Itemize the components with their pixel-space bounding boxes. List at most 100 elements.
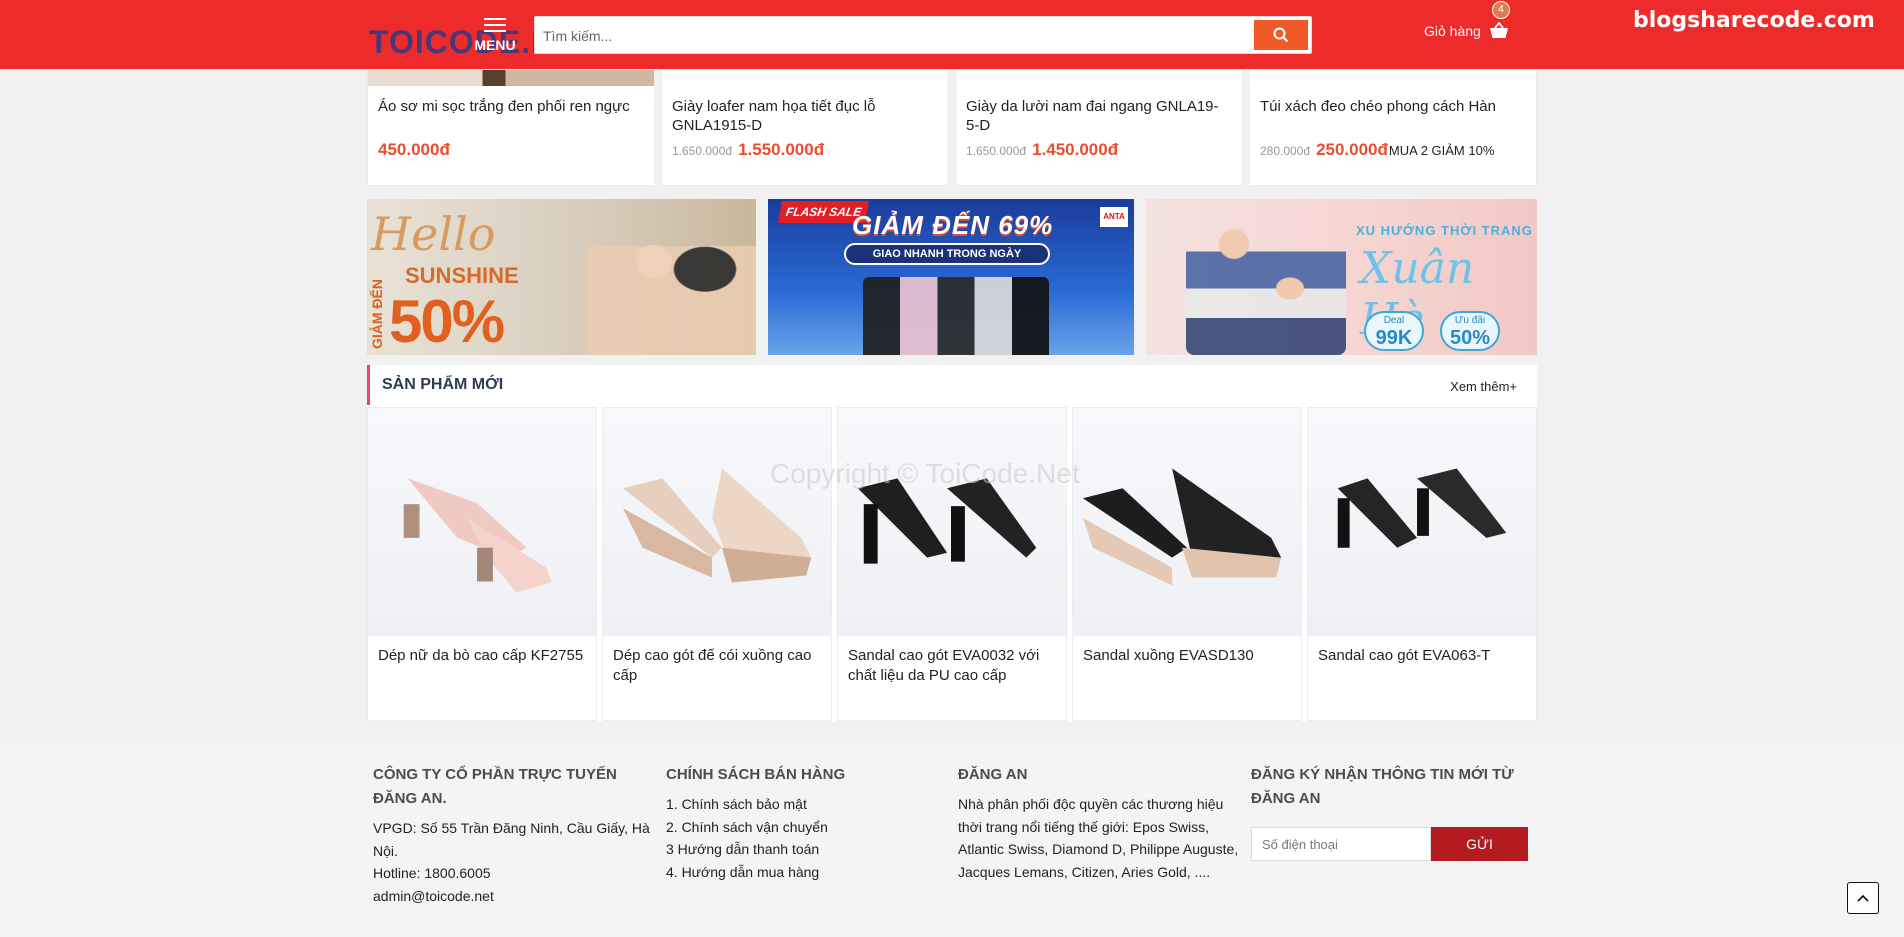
deal-label: Deal (1383, 315, 1405, 326)
product-image[interactable] (368, 408, 596, 636)
product-image[interactable] (662, 70, 948, 86)
product-name[interactable]: Dép nữ da bò cao cấp KF2755 (378, 646, 584, 666)
new-products-section: SẢN PHẨM MỚI Xem thêm+ Dép nữ da bò cao … (367, 365, 1537, 721)
banner-hello-text: Hello (371, 207, 496, 261)
footer-company: CÔNG TY CỔ PHẦN TRỰC TUYẾN ĐĂNG AN. VPGD… (373, 763, 658, 907)
search-box (534, 16, 1312, 54)
product-card[interactable]: Sandal cao gót EVA063-T (1307, 407, 1537, 721)
offer-badge: Ưu đãi 50% (1440, 311, 1500, 351)
product-card[interactable]: Dép cao gót đế cói xuồng cao cấp (602, 407, 832, 721)
footer-link[interactable]: 2. Chính sách vận chuyển (666, 816, 951, 839)
product-card[interactable]: Giày da lười nam đai ngang GNLA19-5-D 1.… (955, 69, 1243, 186)
sandal-image (403, 478, 552, 593)
site-footer: CÔNG TY CỔ PHẦN TRỰC TUYẾN ĐĂNG AN. VPGD… (0, 743, 1904, 937)
footer-newsletter: ĐĂNG KÝ NHẬN THÔNG TIN MỚI TỪ ĐĂNG AN GỬ… (1251, 763, 1551, 861)
search-icon (1273, 27, 1289, 43)
deal-value: 99K (1375, 327, 1413, 349)
site-watermark: blogsharecode.com (1633, 8, 1875, 33)
footer-policy: CHÍNH SÁCH BÁN HÀNG 1. Chính sách bảo mậ… (666, 763, 951, 883)
sandal-image (1337, 468, 1507, 548)
product-image[interactable] (1073, 408, 1301, 636)
product-name[interactable]: Túi xách đeo chéo phong cách Hàn (1260, 97, 1522, 116)
price-row: 280.000đ 250.000đ MUA 2 GIẢM 10% (1260, 140, 1494, 160)
brand-logo: ANTA (1100, 207, 1128, 227)
banner-kids-image (1186, 207, 1346, 355)
product-name[interactable]: Dép cao gót đế cói xuồng cao cấp (613, 646, 819, 686)
product-card[interactable]: Giày loafer nam họa tiết đục lỗ GNLA1915… (661, 69, 949, 186)
banner-spring-summer[interactable]: XU HƯỚNG THỜI TRANG Xuân Hè Deal 99K Ưu … (1146, 199, 1537, 355)
product-name[interactable]: Áo sơ mi sọc trắng đen phối ren ngực (378, 97, 640, 116)
site-logo[interactable]: TOICODE.N (369, 24, 555, 61)
footer-policy-links: 1. Chính sách bảo mật 2. Chính sách vận … (666, 793, 951, 883)
product-image[interactable] (368, 70, 654, 86)
product-price: 250.000đ (1316, 140, 1388, 159)
offer-value: 50% (1449, 327, 1491, 349)
footer-link[interactable]: 4. Hướng dẫn mua hàng (666, 861, 951, 884)
price-row: 1.650.000đ 1.550.000đ (672, 140, 824, 160)
product-name[interactable]: Sandal cao gót EVA0032 với chất liệu da … (848, 646, 1054, 686)
cart-link[interactable]: Giỏ hàng 4 (1424, 1, 1510, 40)
submit-button[interactable]: GỬI (1431, 827, 1528, 861)
footer-about-title: ĐĂNG AN (958, 766, 1028, 783)
search-input[interactable] (543, 25, 1243, 47)
product-image[interactable] (603, 408, 831, 636)
banner-model-image (586, 199, 756, 355)
product-price: 1.450.000đ (1032, 140, 1119, 159)
product-name[interactable]: Sandal xuồng EVASD130 (1083, 646, 1289, 666)
footer-company-title: CÔNG TY CỔ PHẦN TRỰC TUYẾN ĐĂNG AN. (373, 766, 617, 807)
menu-label: MENU (474, 37, 516, 53)
footer-policy-title: CHÍNH SÁCH BÁN HÀNG (666, 766, 846, 783)
product-image[interactable] (956, 70, 1242, 86)
old-price: 1.650.000đ (966, 144, 1027, 158)
copyright-watermark: Copyright © ToiCode.Net (770, 458, 1080, 489)
banner-discount-percent: 50% (389, 288, 505, 355)
footer-newsletter-title: ĐĂNG KÝ NHẬN THÔNG TIN MỚI TỪ ĐĂNG AN (1251, 766, 1514, 807)
product-name[interactable]: Sandal cao gót EVA063-T (1318, 646, 1524, 666)
deal-badge: Deal 99K (1364, 311, 1424, 351)
footer-email[interactable]: admin@toicode.net (373, 885, 658, 908)
product-grid: Dép nữ da bò cao cấp KF2755 Dép cao gót … (367, 407, 1537, 721)
old-price: 1.650.000đ (672, 144, 733, 158)
search-button[interactable] (1254, 20, 1308, 50)
product-name[interactable]: Giày da lười nam đai ngang GNLA19-5-D (966, 97, 1228, 135)
banner-sunshine[interactable]: Hello SUNSHINE GIẢM ĐẾN 50% (367, 199, 756, 355)
featured-products-row: Áo sơ mi sọc trắng đen phối ren ngực 450… (367, 69, 1537, 186)
banner-trend-text: XU HƯỚNG THỜI TRANG (1356, 223, 1533, 238)
chevron-up-icon (1857, 894, 1869, 902)
basket-icon (1489, 22, 1508, 38)
section-title: SẢN PHẨM MỚI (382, 376, 504, 393)
cart-label: Giỏ hàng (1424, 23, 1481, 39)
see-more-link[interactable]: Xem thêm+ (1450, 379, 1517, 394)
product-card[interactable]: Áo sơ mi sọc trắng đen phối ren ngực 450… (367, 69, 655, 186)
newsletter-form: GỬI (1251, 827, 1551, 861)
footer-about-text: Nhà phân phối độc quyền các thương hiệu … (958, 796, 1239, 880)
product-card[interactable]: Sandal xuồng EVASD130 (1072, 407, 1302, 721)
product-image[interactable] (1308, 408, 1536, 636)
banner-flash-sale[interactable]: FLASH SALE GIẢM ĐẾN 69% GIAO NHANH TRONG… (768, 199, 1134, 355)
product-image[interactable] (1250, 70, 1536, 86)
product-price: 450.000đ (378, 140, 450, 159)
header-bar: TOICODE.N MENU Giỏ hàng 4 blogsharecode.… (0, 0, 1904, 69)
product-card[interactable]: Túi xách đeo chéo phong cách Hàn 280.000… (1249, 69, 1537, 186)
footer-address: VPGD: Số 55 Trần Đăng Ninh, Cầu Giấy, Hà… (373, 820, 650, 859)
promo-label: MUA 2 GIẢM 10% (1388, 143, 1495, 158)
hamburger-icon (484, 18, 506, 32)
product-image[interactable] (838, 408, 1066, 636)
product-card[interactable]: Sandal cao gót EVA0032 với chất liệu da … (837, 407, 1067, 721)
footer-link[interactable]: 1. Chính sách bảo mật (666, 793, 951, 816)
footer-link[interactable]: 3 Hướng dẫn thanh toán (666, 838, 951, 861)
product-card[interactable]: Dép nữ da bò cao cấp KF2755 (367, 407, 597, 721)
old-price: 280.000đ (1260, 144, 1311, 158)
product-name[interactable]: Giày loafer nam họa tiết đục lỗ GNLA1915… (672, 97, 934, 135)
sandal-image (622, 468, 812, 583)
menu-button[interactable]: MENU (468, 14, 522, 58)
back-to-top-button[interactable] (1847, 882, 1879, 914)
offer-label: Ưu đãi (1454, 315, 1486, 326)
banner-sunshine-text: SUNSHINE (405, 263, 519, 288)
phone-input[interactable] (1251, 827, 1431, 861)
banner-discount-label: GIẢM ĐẾN (369, 279, 385, 349)
section-header: SẢN PHẨM MỚI Xem thêm+ (367, 365, 1537, 405)
banner-products-image (863, 277, 1049, 355)
price-row: 450.000đ (378, 140, 450, 160)
cart-count-badge: 4 (1492, 1, 1510, 19)
